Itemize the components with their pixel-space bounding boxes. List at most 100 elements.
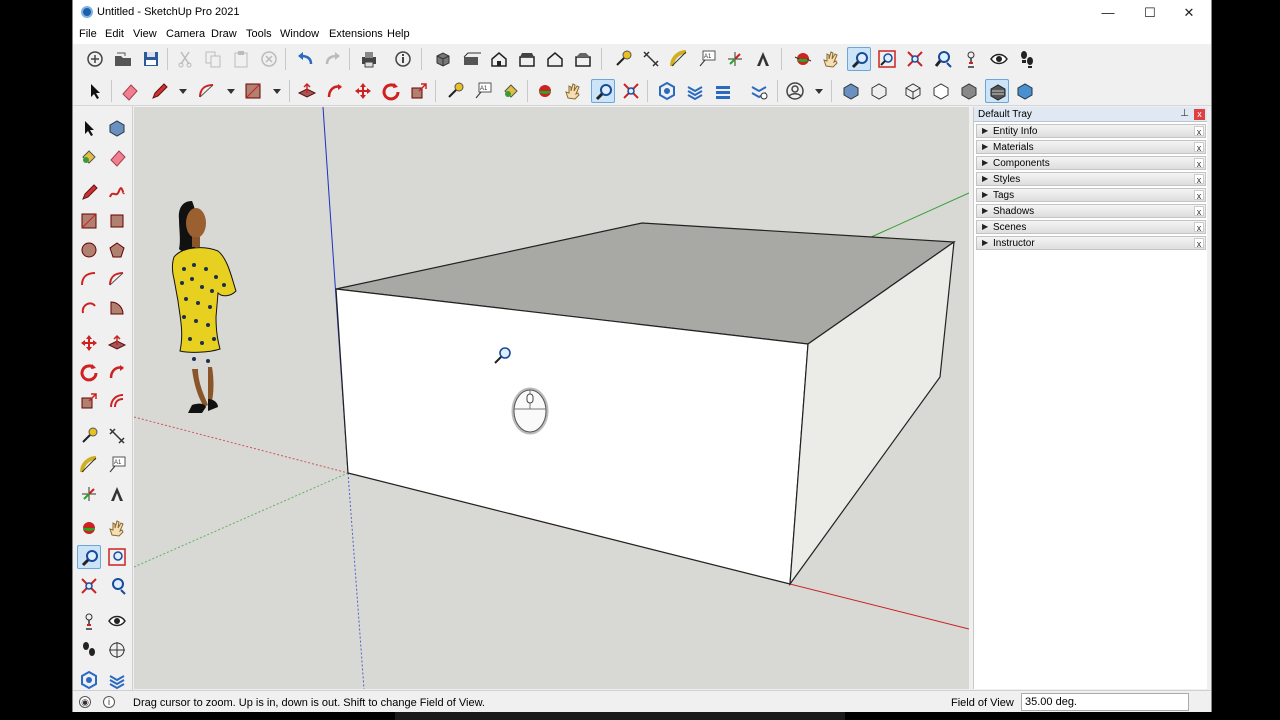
drawing-viewport[interactable] (134, 107, 969, 689)
rotate-icon[interactable] (379, 79, 403, 103)
monochrome-style-icon[interactable] (1013, 79, 1037, 103)
panel-close-button[interactable]: x (1194, 174, 1204, 185)
iso-view-icon[interactable] (431, 47, 455, 71)
copy-icon[interactable] (201, 47, 225, 71)
position-camera-icon[interactable] (77, 609, 101, 633)
make-component-icon[interactable] (105, 116, 129, 140)
pan-icon[interactable] (561, 79, 585, 103)
rotated-rectangle-icon[interactable] (105, 209, 129, 233)
panel-close-button[interactable]: x (1194, 142, 1204, 153)
panel-close-button[interactable]: x (1194, 158, 1204, 169)
move-icon[interactable] (351, 79, 375, 103)
chevron-down-icon[interactable] (171, 79, 195, 103)
back-edges-style-icon[interactable] (867, 79, 891, 103)
select-arrow-icon[interactable] (77, 116, 101, 140)
maximize-button[interactable]: ☐ (1131, 0, 1169, 26)
menu-camera[interactable]: Camera (166, 28, 205, 40)
text-tool-icon[interactable]: A1 (471, 79, 495, 103)
print-icon[interactable] (357, 47, 381, 71)
extension-warehouse-icon[interactable] (683, 79, 707, 103)
eraser-icon[interactable] (117, 79, 141, 103)
menu-window[interactable]: Window (280, 28, 319, 40)
look-around-icon[interactable] (105, 609, 129, 633)
right-view-icon[interactable] (515, 47, 539, 71)
zoom-window-icon[interactable] (105, 545, 129, 569)
offset-icon[interactable] (105, 389, 129, 413)
freehand-icon[interactable] (105, 180, 129, 204)
panel-entity-info[interactable]: ▶ Entity Info x (976, 124, 1206, 138)
select-arrow-icon[interactable] (83, 79, 107, 103)
text-tool-icon[interactable]: A1 (695, 47, 719, 71)
panel-components[interactable]: ▶ Components x (976, 156, 1206, 170)
panel-scenes[interactable]: ▶ Scenes x (976, 220, 1206, 234)
menu-tools[interactable]: Tools (246, 28, 272, 40)
dimension-icon[interactable] (639, 47, 663, 71)
line-pencil-icon[interactable] (147, 79, 171, 103)
zoom-window-icon[interactable] (875, 47, 899, 71)
axes-icon[interactable] (723, 47, 747, 71)
2-point-arc-icon[interactable] (105, 267, 129, 291)
menu-file[interactable]: File (79, 28, 97, 40)
save-icon[interactable] (139, 47, 163, 71)
pie-icon[interactable] (105, 296, 129, 320)
left-view-icon[interactable] (571, 47, 595, 71)
panel-instructor[interactable]: ▶ Instructor x (976, 236, 1206, 250)
tape-measure-icon[interactable] (611, 47, 635, 71)
dimension-icon[interactable] (105, 424, 129, 448)
eraser-icon[interactable] (105, 145, 129, 169)
walk-icon[interactable] (1015, 47, 1039, 71)
xray-style-icon[interactable] (839, 79, 863, 103)
push-pull-icon[interactable] (295, 79, 319, 103)
move-icon[interactable] (77, 331, 101, 355)
rotate-icon[interactable] (77, 360, 101, 384)
pin-icon[interactable]: ⊥ (1180, 108, 1189, 119)
paint-bucket-icon[interactable] (77, 145, 101, 169)
new-file-icon[interactable] (83, 47, 107, 71)
previous-view-icon[interactable] (105, 574, 129, 598)
erase-selection-icon[interactable] (257, 47, 281, 71)
polygon-icon[interactable] (105, 238, 129, 262)
extension-warehouse-icon[interactable] (105, 668, 129, 692)
panel-tags[interactable]: ▶ Tags x (976, 188, 1206, 202)
scale-icon[interactable] (407, 79, 431, 103)
wireframe-style-icon[interactable] (901, 79, 925, 103)
tape-measure-icon[interactable] (77, 424, 101, 448)
shaded-textures-style-icon[interactable] (985, 79, 1009, 103)
chevron-down-icon[interactable] (807, 79, 831, 103)
scale-icon[interactable] (77, 389, 101, 413)
chevron-down-icon[interactable] (265, 79, 289, 103)
3d-text-icon[interactable] (105, 482, 129, 506)
minimize-button[interactable]: — (1089, 0, 1127, 26)
account-icon[interactable] (783, 79, 807, 103)
walk-icon[interactable] (77, 638, 101, 662)
front-view-icon[interactable] (487, 47, 511, 71)
warehouse-icon[interactable] (77, 668, 101, 692)
info-icon[interactable]: i (103, 696, 115, 708)
panel-materials[interactable]: ▶ Materials x (976, 140, 1206, 154)
protractor-icon[interactable] (667, 47, 691, 71)
rectangle-icon[interactable] (241, 79, 265, 103)
panel-close-button[interactable]: x (1194, 222, 1204, 233)
tape-measure-icon[interactable] (443, 79, 467, 103)
zoom-icon[interactable] (77, 545, 101, 569)
menu-view[interactable]: View (133, 28, 157, 40)
orbit-icon[interactable] (791, 47, 815, 71)
follow-me-icon[interactable] (105, 360, 129, 384)
model-info-icon[interactable] (391, 47, 415, 71)
section-plane-icon[interactable] (105, 638, 129, 662)
hidden-line-style-icon[interactable] (929, 79, 953, 103)
paint-bucket-icon[interactable] (499, 79, 523, 103)
layout-send-icon[interactable] (711, 79, 735, 103)
follow-me-icon[interactable] (323, 79, 347, 103)
previous-view-icon[interactable] (931, 47, 955, 71)
3d-text-icon[interactable] (751, 47, 775, 71)
redo-icon[interactable] (321, 47, 345, 71)
zoom-extents-icon[interactable] (903, 47, 927, 71)
circle-icon[interactable] (77, 238, 101, 262)
panel-close-button[interactable]: x (1194, 126, 1204, 137)
chevron-down-icon[interactable] (219, 79, 243, 103)
close-button[interactable]: ✕ (1170, 0, 1208, 26)
look-around-icon[interactable] (987, 47, 1011, 71)
paste-icon[interactable] (229, 47, 253, 71)
geo-location-icon[interactable]: ◉ (79, 696, 91, 708)
